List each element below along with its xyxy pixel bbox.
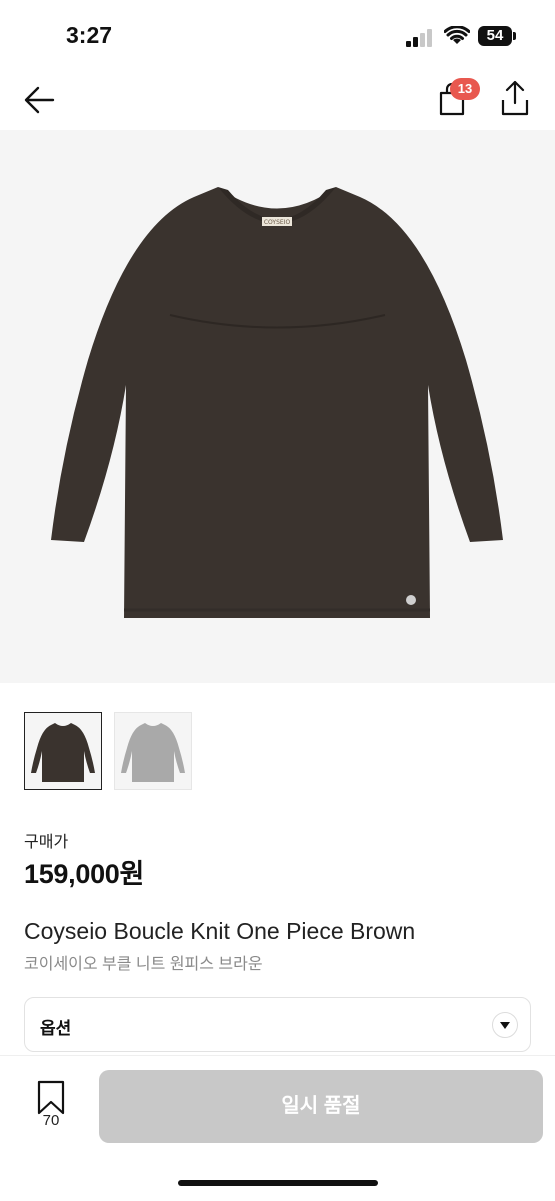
cart-count-badge: 13 bbox=[450, 78, 480, 100]
product-price: 159,000원 bbox=[24, 859, 145, 889]
thumbnail-gray[interactable] bbox=[114, 712, 192, 790]
option-selector[interactable]: 옵션 bbox=[24, 997, 531, 1052]
bookmark-icon[interactable] bbox=[36, 1080, 66, 1116]
bookmark-count: 70 bbox=[42, 1112, 60, 1129]
knit-dress-image: COYSEIO bbox=[51, 187, 503, 618]
product-title-korean: 코이세이오 부클 니트 원피스 브라운 bbox=[24, 956, 263, 973]
price-label: 구매가 bbox=[24, 834, 69, 851]
share-icon[interactable] bbox=[497, 78, 533, 118]
chevron-down-icon bbox=[492, 1012, 518, 1038]
home-indicator bbox=[178, 1180, 378, 1186]
temporarily-sold-out-button[interactable]: 일시 품절 bbox=[99, 1070, 543, 1143]
brand-label: COYSEIO bbox=[264, 219, 291, 226]
thumbnail-brown-dress bbox=[31, 723, 95, 782]
back-arrow-icon[interactable] bbox=[22, 82, 58, 118]
thumbnail-brown[interactable] bbox=[24, 712, 102, 790]
battery-tip bbox=[513, 32, 516, 40]
status-time: 3:27 bbox=[66, 22, 113, 48]
product-title-english: Coyseio Boucle Knit One Piece Brown bbox=[24, 918, 416, 944]
cellular-signal-icon bbox=[406, 29, 434, 47]
battery-indicator: 54 bbox=[478, 26, 512, 46]
product-main-image[interactable]: COYSEIO bbox=[0, 130, 555, 683]
thumbnail-gray-dress bbox=[121, 723, 185, 782]
top-nav: 13 bbox=[0, 70, 555, 130]
option-label: 옵션 bbox=[40, 1019, 72, 1038]
status-bar: 3:27 54 bbox=[0, 0, 555, 70]
bottom-action-bar: 70 일시 품절 bbox=[0, 1055, 555, 1201]
wifi-icon bbox=[444, 26, 470, 44]
